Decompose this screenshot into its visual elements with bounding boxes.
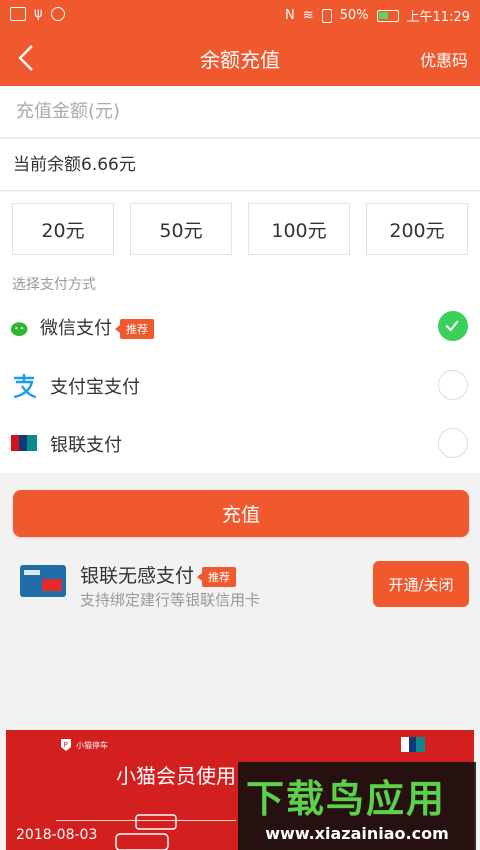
wechat-pay-icon (10, 322, 28, 336)
coupon-code-button[interactable]: 优惠码 (420, 47, 468, 71)
nfc-icon: N (284, 8, 295, 23)
page-title: 余额充值 (200, 48, 280, 72)
recommend-tag: 推荐 (197, 566, 237, 587)
payment-method-alipay[interactable]: 支付宝支付 (0, 357, 480, 415)
toggle-seamless-payment-button[interactable]: 开通/关闭 (373, 561, 469, 607)
payment-method-label: 银联支付 (50, 435, 122, 456)
parking-logo-icon: P (61, 739, 71, 751)
banner-date: 2018-08-03 (16, 827, 98, 843)
amount-input[interactable] (0, 86, 480, 137)
radio-checked[interactable] (438, 311, 468, 341)
amount-field-row (0, 86, 480, 138)
unionpay-seamless-subtitle: 支持绑定建行等银联信用卡 (80, 591, 261, 609)
amount-option-50[interactable]: 50元 (130, 203, 232, 255)
unionpay-card-icon (20, 565, 66, 597)
notification-icon (50, 6, 65, 21)
unionpay-seamless-title: 银联无感支付 推荐 (80, 561, 237, 588)
unionpay-seamless-payment: 银联无感支付 推荐 支持绑定建行等银联信用卡 开通/关闭 (0, 555, 480, 615)
radio-unchecked[interactable] (438, 428, 468, 458)
unionpay-logo-icon (401, 737, 425, 752)
amount-option-200[interactable]: 200元 (366, 203, 468, 255)
alipay-icon (13, 374, 37, 399)
watermark-title: 下载鸟应用 (246, 777, 447, 821)
status-bar: ψ N ≋ 50% 上午11:29 (0, 0, 480, 30)
check-icon (445, 320, 459, 332)
battery-percent: 50% (339, 8, 369, 23)
recharge-button[interactable]: 充值 (13, 490, 469, 537)
banner-title: 小猫会员使用 (116, 764, 236, 788)
current-balance: 当前余额6.66元 (0, 139, 480, 191)
gallery-icon (10, 6, 26, 21)
amount-option-20[interactable]: 20元 (12, 203, 114, 255)
banner-brand: 小猫停车 (76, 741, 108, 750)
payment-method-wechat[interactable]: 微信支付 推荐 (0, 298, 480, 356)
amount-option-100[interactable]: 100元 (248, 203, 350, 255)
wifi-icon: ≋ (302, 8, 314, 23)
sim-icon (321, 8, 332, 23)
svg-text:P: P (64, 741, 68, 749)
site-watermark: 下载鸟应用 www.xiazainiao.com (238, 762, 476, 850)
payment-method-label: 微信支付 推荐 (40, 314, 154, 340)
battery-icon (376, 9, 399, 22)
payment-methods: 选择支付方式 微信支付 推荐 支付宝支付 银联支付 (0, 270, 480, 473)
payment-section-label: 选择支付方式 (12, 277, 96, 293)
clock: 上午11:29 (406, 10, 470, 25)
watermark-url: www.xiazainiao.com (265, 824, 449, 843)
recommend-tag: 推荐 (115, 319, 154, 339)
radio-unchecked[interactable] (438, 370, 468, 400)
payment-method-label: 支付宝支付 (50, 377, 140, 398)
nav-bar: 余额充值 优惠码 (0, 30, 480, 86)
payment-method-unionpay[interactable]: 银联支付 (0, 415, 480, 473)
usb-icon: ψ (34, 6, 43, 21)
amount-options: 20元 50元 100元 200元 (0, 192, 480, 270)
unionpay-icon (11, 435, 37, 451)
